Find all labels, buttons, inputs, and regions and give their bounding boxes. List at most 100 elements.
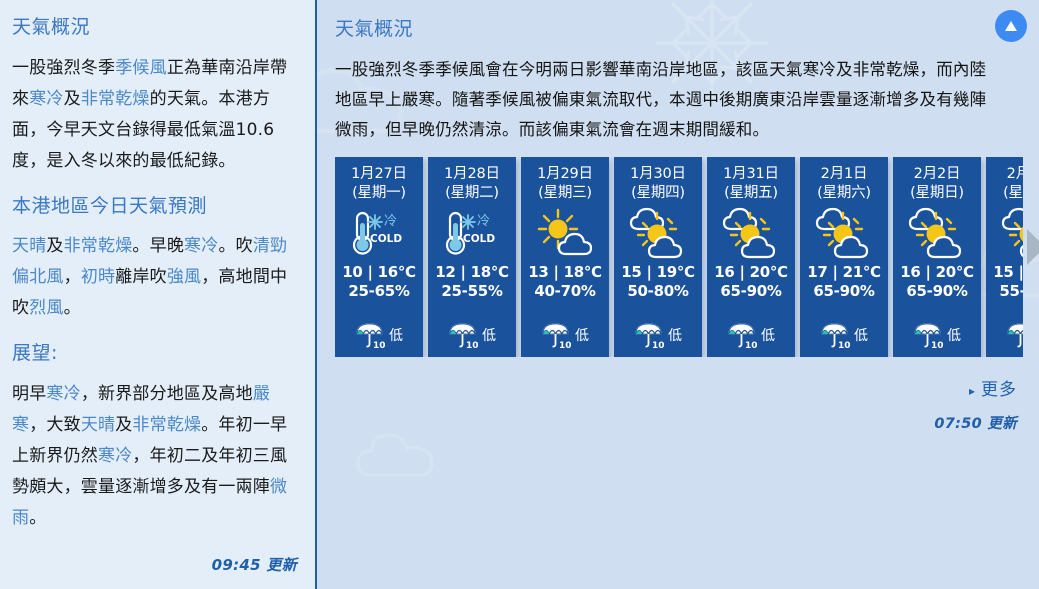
plain-phrase: 一股強烈冬季: [12, 57, 116, 78]
forecast-day-card[interactable]: 2月3日 (星期一) 15 | 20℃ 55-90% 10 低: [986, 157, 1023, 357]
left-summary-card: 天氣概況 一股強烈冬季季候風正為華南沿岸帶來寒冷及非常乾燥的天氣。本港方面，今早…: [0, 0, 315, 589]
plain-phrase: 離岸吹: [115, 267, 167, 288]
forecast-temperature: 10 | 16℃: [342, 263, 416, 281]
highlight-phrase: 天晴: [12, 236, 47, 257]
svg-text:COLD: COLD: [370, 233, 402, 245]
highlight-phrase: 寒冷: [46, 383, 81, 404]
highlight-phrase: 寒冷: [98, 445, 133, 466]
forecast-weather-icon: 冷 COLD: [441, 205, 503, 263]
svg-text:10: 10: [838, 341, 850, 349]
svg-text:10: 10: [466, 341, 478, 349]
svg-text:冷: 冷: [384, 214, 397, 229]
plain-phrase: ，大致: [29, 414, 81, 435]
cold-thermometer-icon: 冷 COLD: [445, 211, 495, 255]
forecast-date: 2月3日: [1006, 166, 1023, 182]
highlight-phrase: 季候風: [115, 57, 167, 78]
svg-text:10: 10: [559, 341, 571, 349]
forecast-temperature: 12 | 18℃: [435, 263, 509, 281]
svg-text:COLD: COLD: [463, 233, 495, 245]
forecast-day-card[interactable]: 1月31日 (星期五) 16 | 20℃ 65-90% 10 低: [707, 157, 795, 357]
chevron-right-icon[interactable]: [1025, 225, 1039, 269]
left-panel: 天氣概況 一股強烈冬季季候風正為華南沿岸帶來寒冷及非常乾燥的天氣。本港方面，今早…: [0, 0, 317, 589]
forecast-day-card[interactable]: 2月1日 (星期六) 17 | 21℃ 65-90% 10 低: [800, 157, 888, 357]
forecast-humidity: 25-65%: [348, 282, 410, 300]
forecast-temperature: 15 | 20℃: [993, 263, 1023, 281]
sunny-cloud-icon: [537, 208, 593, 256]
forecast-uv: 10 低: [1006, 321, 1023, 351]
right-panel-content: 天氣概況 一股強烈冬季季候風會在今明兩日影響華南沿岸地區，該區天氣寒冷及非常乾燥…: [317, 0, 1039, 145]
forecast-uv: 10 低: [448, 321, 496, 351]
uv-umbrella-icon: 10: [356, 323, 385, 349]
sun-between-clouds-icon: [815, 207, 869, 259]
highlight-phrase: 非常乾燥: [132, 414, 202, 435]
forecast-humidity: 65-90%: [720, 282, 782, 300]
forecast-humidity: 40-70%: [534, 282, 596, 300]
forecast-date: 1月29日: [537, 166, 593, 182]
sun-between-clouds-icon: [629, 207, 683, 259]
forecast-day-card[interactable]: 1月30日 (星期四) 15 | 19℃ 50-80% 10 低: [614, 157, 702, 357]
plain-phrase: ，: [63, 267, 81, 288]
forecast-uv: 10 低: [727, 321, 775, 351]
forecast-date: 1月28日: [444, 166, 500, 182]
svg-text:10: 10: [745, 341, 757, 349]
forecast-temperature: 16 | 20℃: [714, 263, 788, 281]
forecast-weather-icon: [905, 205, 969, 263]
forecast-uv-label: 低: [947, 328, 961, 344]
forecast-humidity: 25-55%: [441, 282, 503, 300]
forecast-temperature: 15 | 19℃: [621, 263, 695, 281]
sun-between-clouds-icon: [722, 207, 776, 259]
forecast-temperature: 17 | 21℃: [807, 263, 881, 281]
sun-between-clouds-icon: [1001, 207, 1023, 257]
forecast-day-card[interactable]: 1月29日 (星期三) 13 | 18℃ 40-70% 10 低: [521, 157, 609, 357]
forecast-uv-label: 低: [668, 328, 682, 344]
highlight-phrase: 強風: [166, 267, 202, 288]
plain-phrase: 。吹: [218, 236, 253, 257]
forecast-humidity: 65-90%: [906, 282, 968, 300]
forecast-uv: 10 低: [355, 321, 403, 351]
plain-phrase: 。早晚: [132, 236, 185, 257]
forecast-uv-label: 低: [482, 328, 496, 344]
uv-umbrella-icon: 10: [1007, 323, 1023, 348]
left-section3-title: 展望:: [12, 342, 58, 365]
forecast-temperature: 13 | 18℃: [528, 263, 602, 281]
forecast-date: 2月2日: [913, 166, 961, 182]
forecast-carousel: 1月27日 (星期一) 冷 COLD 10 | 16℃ 25-65% 10 低 …: [335, 157, 1039, 357]
forecast-uv-label: 低: [854, 328, 868, 344]
right-panel-body: 一股強烈冬季季候風會在今明兩日影響華南沿岸地區，該區天氣寒冷及非常乾燥，而內陸地…: [335, 60, 987, 139]
highlight-phrase: 寒冷: [29, 88, 64, 109]
plain-phrase: 及: [115, 414, 133, 435]
uv-umbrella-icon: 10: [635, 323, 664, 349]
forecast-day-card[interactable]: 1月27日 (星期一) 冷 COLD 10 | 16℃ 25-65% 10 低: [335, 157, 423, 357]
highlight-phrase: 初時: [80, 267, 116, 288]
highlight-phrase: 天晴: [80, 414, 116, 435]
weather-app-screen: 天氣概況 一股強烈冬季季候風正為華南沿岸帶來寒冷及非常乾燥的天氣。本港方面，今早…: [0, 0, 1039, 589]
forecast-uv: 10 低: [541, 321, 589, 351]
svg-text:10: 10: [373, 341, 385, 349]
left-section1-title: 天氣概況: [12, 16, 91, 38]
cold-thermometer-icon: 冷 COLD: [352, 211, 402, 255]
plain-phrase: 明早: [12, 383, 47, 404]
forecast-date: 1月30日: [630, 166, 686, 182]
forecast-weekday: (星期一): [352, 185, 406, 201]
forecast-card-strip[interactable]: 1月27日 (星期一) 冷 COLD 10 | 16℃ 25-65% 10 低 …: [335, 157, 1023, 357]
forecast-weekday: (星期二): [445, 185, 499, 201]
right-updated-time: 07:50 更新: [934, 416, 1017, 432]
left-section2-body: 天晴及非常乾燥。早晚寒冷。吹清勁偏北風，初時離岸吹強風，高地間中吹烈風。: [12, 231, 303, 324]
forecast-weekday: (星期日): [910, 185, 964, 201]
forecast-weekday: (星期三): [538, 185, 592, 201]
scroll-to-top-button[interactable]: [995, 10, 1027, 42]
forecast-humidity: 55-90%: [999, 282, 1023, 300]
forecast-date: 1月27日: [351, 166, 407, 182]
forecast-day-card[interactable]: 1月28日 (星期二) 冷 COLD 12 | 18℃ 25-55% 10 低: [428, 157, 516, 357]
highlight-phrase: 寒冷: [184, 236, 219, 257]
forecast-uv: 10 低: [634, 321, 682, 351]
forecast-weather-icon: 冷 COLD: [348, 205, 410, 263]
forecast-weather-icon: [719, 205, 783, 263]
cloud-watermark-1: [356, 433, 434, 477]
uv-umbrella-icon: 10: [449, 323, 478, 349]
svg-text:10: 10: [652, 341, 664, 349]
forecast-day-card[interactable]: 2月2日 (星期日) 16 | 20℃ 65-90% 10 低: [893, 157, 981, 357]
plain-phrase: ，新界部分地區及高地: [80, 383, 253, 404]
uv-umbrella-icon: 10: [821, 323, 850, 349]
more-link[interactable]: ▸ 更多: [317, 375, 1039, 400]
